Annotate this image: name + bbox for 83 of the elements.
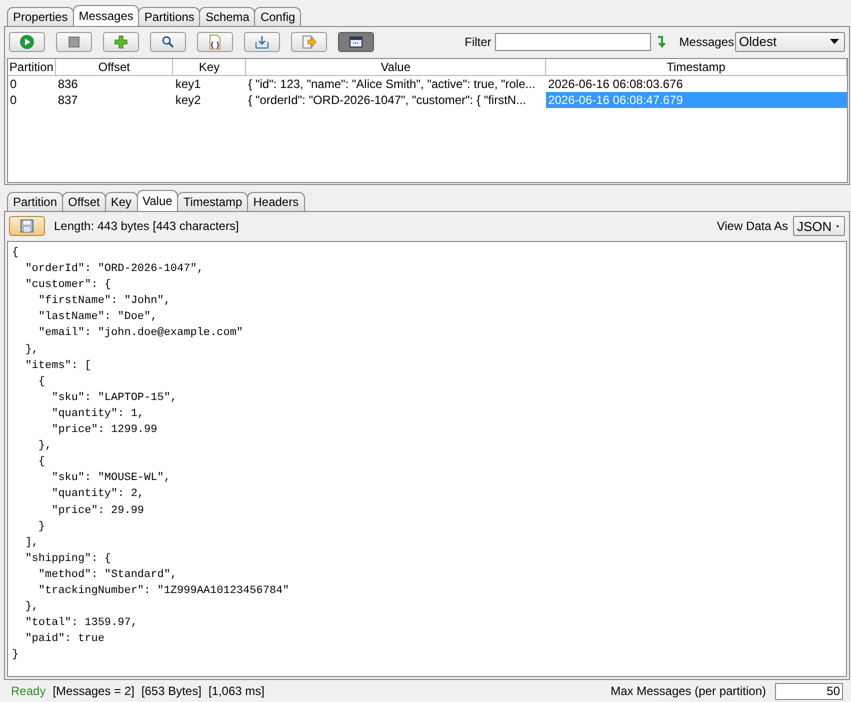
max-messages-label: Max Messages (per partition): [610, 684, 766, 698]
table-cell[interactable]: 2026-06-16 06:08:03.676: [546, 76, 847, 92]
column-header[interactable]: Offset: [56, 59, 174, 76]
code-line: "sku": "MOUSE-WL",: [50, 471, 172, 486]
stop-button[interactable]: [56, 32, 92, 52]
code-line: "quantity": 2,: [50, 487, 146, 502]
save-button[interactable]: [9, 216, 45, 236]
code-line: "total": 1359.97,: [24, 616, 138, 632]
code-line: "orderId": "ORD-2026-1047",: [24, 262, 204, 278]
export-button[interactable]: [291, 32, 327, 52]
table-cell[interactable]: key1: [173, 76, 246, 92]
window-icon: [348, 34, 364, 50]
import-icon: [254, 34, 270, 50]
code-line: "customer": {: [24, 278, 112, 294]
tab[interactable]: Offset: [62, 192, 106, 211]
code-line: {: [12, 246, 20, 261]
code-line: "firstName": "John",: [37, 294, 172, 310]
json-file-button[interactable]: [197, 32, 233, 52]
column-header[interactable]: Timestamp: [546, 59, 847, 76]
plus-button[interactable]: [103, 32, 139, 52]
json-file-icon: [207, 34, 223, 50]
code-line: "price": 29.99: [50, 504, 146, 518]
code-line: "quantity": 1,: [50, 406, 146, 422]
column-header[interactable]: Partition: [8, 59, 56, 76]
tab[interactable]: Partition: [7, 192, 64, 211]
code-line: },: [37, 439, 53, 454]
tab[interactable]: Key: [104, 192, 138, 211]
length-info: Length: 443 bytes [443 characters]: [54, 219, 239, 233]
view-data-as-label: View Data As: [716, 219, 788, 233]
table-cell[interactable]: 0: [8, 76, 56, 92]
window-button[interactable]: [338, 32, 374, 52]
message-count: [Messages = 2]: [52, 684, 134, 698]
table-cell[interactable]: { "orderId": "ORD-2026-1047", "customer": { "firstN...: [246, 92, 546, 108]
status-text: Ready: [11, 684, 46, 698]
table-cell[interactable]: 837: [56, 92, 174, 108]
code-line: {: [37, 374, 46, 390]
import-button[interactable]: [244, 32, 280, 52]
table-cell[interactable]: 836: [56, 76, 174, 92]
code-line: }: [37, 520, 46, 535]
code-line: "trackingNumber": "1Z999AA10123456784": [37, 584, 290, 599]
tab[interactable]: Config: [254, 7, 302, 26]
table-cell[interactable]: 0: [8, 92, 56, 108]
tab[interactable]: Headers: [247, 192, 305, 211]
code-line: "method": "Standard",: [37, 568, 178, 583]
play-icon: [19, 34, 35, 50]
column-header[interactable]: Value: [246, 59, 546, 76]
play-button[interactable]: [9, 32, 45, 52]
elapsed-time: [1,063 ms]: [208, 684, 264, 698]
stop-icon: [66, 34, 82, 50]
view-format-dropdown[interactable]: JSON: [793, 216, 845, 236]
messages-dropdown[interactable]: Oldest: [735, 32, 845, 52]
code-line: }: [12, 648, 20, 664]
tab[interactable]: Messages: [72, 5, 140, 26]
byte-count: [653 Bytes]: [141, 684, 202, 698]
code-line: "lastName": "Doe",: [37, 310, 158, 326]
column-header[interactable]: Key: [173, 59, 246, 76]
search-button[interactable]: [150, 32, 186, 52]
code-line: "email": "john.doe@example.com": [37, 326, 244, 342]
code-line: {: [37, 455, 46, 470]
caret-icon: [830, 39, 839, 44]
code-line: "sku": "LAPTOP-15",: [50, 390, 178, 406]
tab[interactable]: Properties: [7, 7, 74, 26]
tab[interactable]: Partitions: [138, 7, 200, 26]
arrow-down-icon[interactable]: [656, 34, 668, 48]
table-cell[interactable]: { "id": 123, "name": "Alice Smith", "active": true, "role...: [246, 76, 546, 92]
tab[interactable]: Timestamp: [177, 192, 248, 211]
code-line: },: [24, 342, 40, 358]
code-line: ],: [24, 536, 40, 551]
plus-icon: [113, 34, 129, 50]
code-line: "price": 1299.99: [50, 423, 158, 438]
export-icon: [301, 34, 317, 50]
filter-label: Filter: [464, 34, 492, 48]
filter-field[interactable]: [495, 32, 652, 50]
search-icon: [160, 34, 176, 50]
code-line: "shipping": {: [24, 552, 112, 567]
table-cell[interactable]: key2: [173, 92, 246, 108]
tab[interactable]: Value: [136, 190, 178, 211]
code-line: },: [24, 600, 40, 616]
tab[interactable]: Schema: [199, 7, 256, 26]
code-line: "items": [: [24, 358, 92, 374]
max-messages-field[interactable]: 50: [775, 682, 843, 700]
messages-label: Messages: [679, 34, 734, 48]
code-line: "paid": true: [24, 632, 106, 648]
